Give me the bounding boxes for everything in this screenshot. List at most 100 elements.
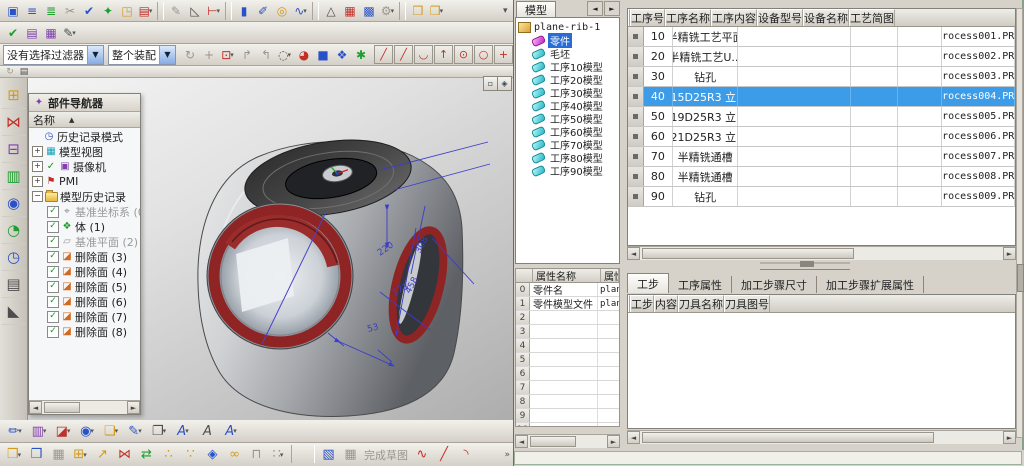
- component-icon[interactable]: ❒▾: [3, 445, 25, 464]
- pattern-component-icon[interactable]: ∷▾: [267, 445, 289, 464]
- find-annotation-icon[interactable]: A: [195, 422, 219, 441]
- checkbox[interactable]: ✓: [47, 266, 59, 278]
- col-tool-no[interactable]: 刀具图号: [724, 295, 770, 312]
- scroll-left-icon[interactable]: ◄: [627, 247, 640, 260]
- move-component-icon[interactable]: ↗: [91, 445, 113, 464]
- checkbox[interactable]: ✓: [47, 206, 59, 218]
- tab-model[interactable]: 模型: [516, 1, 556, 17]
- row-handle[interactable]: [628, 187, 644, 206]
- row-handle[interactable]: [628, 27, 644, 46]
- attribute-row[interactable]: 5: [516, 353, 619, 367]
- scroll-thumb[interactable]: [530, 436, 576, 447]
- letter-direction-icon[interactable]: A▾: [219, 422, 243, 441]
- lasso-icon[interactable]: ◌▾: [275, 45, 294, 64]
- approve-check-icon[interactable]: ✔: [3, 23, 22, 42]
- demote-selection-icon[interactable]: ↰: [256, 45, 275, 64]
- update-display-icon[interactable]: ↻: [3, 66, 17, 77]
- clipboard-icon[interactable]: ▤: [22, 23, 41, 42]
- snap-end-point-icon[interactable]: ╱: [374, 45, 393, 64]
- tree-item-remove-face-4[interactable]: ✓ ◪ 删除面 (4): [29, 264, 140, 279]
- col-step[interactable]: 工步: [630, 295, 654, 312]
- scroll-thumb[interactable]: [44, 402, 80, 413]
- arc-icon[interactable]: ◝: [455, 445, 477, 464]
- toolbar-more-icon[interactable]: ▾: [503, 6, 508, 16]
- expand-icon[interactable]: +: [32, 161, 43, 172]
- row-handle[interactable]: [628, 47, 644, 66]
- line-icon[interactable]: ╱: [433, 445, 455, 464]
- scroll-right-icon[interactable]: ►: [1003, 431, 1016, 444]
- reset-filter-icon[interactable]: ↻: [180, 45, 199, 64]
- snap-settings-icon[interactable]: ❖: [332, 45, 351, 64]
- col-device-model[interactable]: 设备型号: [757, 9, 803, 26]
- wave-link-icon[interactable]: ◈: [201, 445, 223, 464]
- scroll-thumb[interactable]: [642, 432, 934, 443]
- steps-table-hscrollbar[interactable]: ◄ ►: [627, 430, 1016, 444]
- scroll-left-icon[interactable]: ◄: [29, 401, 42, 414]
- select-all-icon[interactable]: +: [199, 45, 218, 64]
- chevron-down-icon[interactable]: ▼: [159, 46, 175, 64]
- process-row[interactable]: 30 钻孔 Process003.PRT: [628, 67, 1015, 87]
- assembly-cubes-icon[interactable]: ❒: [25, 445, 47, 464]
- checkbox[interactable]: ✓: [47, 221, 59, 233]
- sketch-tools-icon[interactable]: ✎▾: [60, 23, 79, 42]
- checkbox[interactable]: ✓: [47, 326, 59, 338]
- process-row[interactable]: 60 S21D25R3 立... Process006.PRT: [628, 127, 1015, 147]
- col-process-no[interactable]: 工序号: [630, 9, 665, 26]
- expand-icon[interactable]: +: [32, 176, 43, 187]
- scroll-thumb[interactable]: [1017, 264, 1024, 292]
- process-table-hscrollbar[interactable]: ◄ ►: [627, 246, 1016, 260]
- attribute-row[interactable]: 3: [516, 325, 619, 339]
- tree-item-history-mode[interactable]: ◷ 历史记录模式: [29, 129, 140, 144]
- col-process-name[interactable]: 工序名称: [665, 9, 711, 26]
- blocks-icon[interactable]: ❒: [408, 1, 427, 20]
- scroll-left-icon[interactable]: ◄: [627, 431, 640, 444]
- model-tree-item[interactable]: 工序90模型: [516, 164, 619, 177]
- gears-icon[interactable]: ⚙▾: [378, 1, 397, 20]
- add-component-icon[interactable]: ⊞▾: [69, 445, 91, 464]
- constraint-navigator-icon[interactable]: ⋈: [2, 109, 26, 136]
- tree-item-datum-plane[interactable]: ✓ ▱ 基准平面 (2): [29, 234, 140, 249]
- export-part-icon[interactable]: ◳: [117, 1, 136, 20]
- process-row[interactable]: 70 半精铣通槽 Process007.PRT: [628, 147, 1015, 167]
- mesh-icon[interactable]: ▦: [339, 445, 361, 464]
- scroll-thumb[interactable]: [642, 248, 854, 259]
- selection-filter-combo[interactable]: 没有选择过滤器 ▼: [3, 45, 104, 65]
- datum-plane-icon[interactable]: ◪▾: [51, 422, 75, 441]
- pocket-icon[interactable]: ❐▾: [147, 422, 171, 441]
- attribute-row[interactable]: 4: [516, 339, 619, 353]
- cylinder-icon[interactable]: ▮: [234, 1, 253, 20]
- steps-tab[interactable]: 工序属性: [669, 276, 732, 293]
- expand-icon[interactable]: +: [32, 146, 43, 157]
- clip-section-icon[interactable]: ✂: [60, 1, 79, 20]
- attribute-row[interactable]: 10: [516, 423, 619, 427]
- examine-geometry-icon[interactable]: ✔: [79, 1, 98, 20]
- toolbar-overflow-icon[interactable]: »: [504, 450, 510, 460]
- sweep-icon[interactable]: ∿▾: [291, 1, 310, 20]
- edit-solid-icon[interactable]: ✎▾: [123, 422, 147, 441]
- scroll-right-icon[interactable]: ►: [607, 435, 620, 448]
- layers-icon[interactable]: ≡: [22, 1, 41, 20]
- steps-tab[interactable]: 工步: [627, 273, 669, 293]
- tree-item-model-views[interactable]: + ▦ 模型视图: [29, 144, 140, 159]
- box-select-icon[interactable]: ⊡▾: [218, 45, 237, 64]
- attribute-row[interactable]: 7: [516, 381, 619, 395]
- pattern-feature-icon[interactable]: ▣: [3, 1, 22, 20]
- history-icon[interactable]: ◔: [2, 217, 26, 244]
- viewport-restore-icon[interactable]: ▫: [483, 76, 498, 91]
- spreadsheet-add-icon[interactable]: ▩: [359, 1, 378, 20]
- repair-geometry-icon[interactable]: ✦: [98, 1, 117, 20]
- row-handle[interactable]: [628, 167, 644, 186]
- process-row[interactable]: 20 半精铣工艺U... Process002.PRT: [628, 47, 1015, 67]
- stylus-icon[interactable]: ✐: [253, 1, 272, 20]
- tree-item-model-history[interactable]: − 模型历史记录: [29, 189, 140, 204]
- assembly-navigator-icon[interactable]: ⊞: [2, 82, 26, 109]
- col-tool-name[interactable]: 刀具名称: [678, 295, 724, 312]
- tab-scroll-right-icon[interactable]: ►: [604, 1, 620, 16]
- attribute-row[interactable]: 0 零件名 plan: [516, 283, 619, 297]
- image-icon[interactable]: ▦: [47, 445, 69, 464]
- row-handle[interactable]: [628, 67, 644, 86]
- snap-arc-center-icon[interactable]: ⊙: [454, 45, 473, 64]
- row-handle[interactable]: [628, 87, 644, 106]
- studio-spline-icon[interactable]: ∿: [411, 445, 433, 464]
- attribute-hscrollbar[interactable]: ◄ ►: [515, 434, 620, 448]
